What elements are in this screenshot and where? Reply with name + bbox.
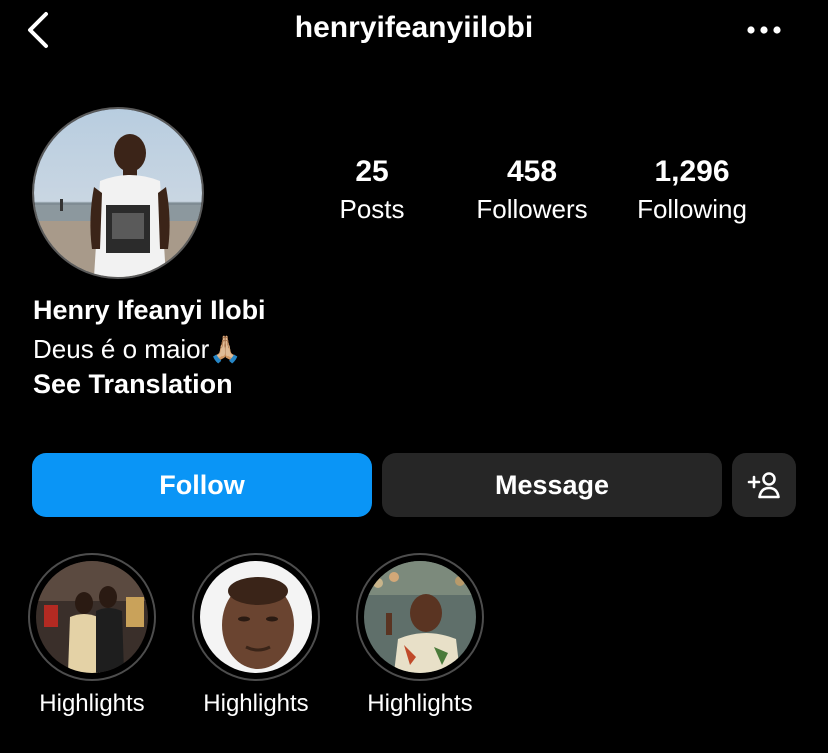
following-count: 1,296 [654,155,730,188]
chevron-left-icon [28,12,48,48]
username-text: henryifeanyiilobi [294,11,534,44]
followers-label: Followers [476,194,588,224]
see-translation-link[interactable]: See Translation [33,367,233,401]
highlight-item[interactable]: Highlights [192,553,322,719]
highlight-item[interactable]: Highlights [356,553,486,719]
more-options-button[interactable] [740,10,788,50]
posts-label: Posts [339,194,405,224]
posts-count: 25 [355,155,389,188]
followers-count: 458 [506,155,558,188]
following-stat[interactable]: 1,296 Following [622,152,762,226]
suggested-users-button[interactable] [732,453,796,517]
more-horizontal-icon [747,26,781,34]
follow-button[interactable]: Follow [32,453,372,517]
following-label: Following [637,194,747,224]
highlight-cover-image [364,561,476,673]
avatar-photo [34,109,202,277]
profile-avatar[interactable] [32,107,204,279]
highlight-cover-image [36,561,148,673]
highlight-item[interactable]: Highlights [28,553,158,719]
message-button[interactable]: Message [382,453,722,517]
highlight-cover-ring [192,553,320,681]
add-user-icon [747,472,780,499]
profile-username-header: henryifeanyiilobi [0,8,828,48]
follow-button-label: Follow [159,469,245,500]
followers-stat[interactable]: 458 Followers [462,152,602,226]
highlight-cover-ring [28,553,156,681]
highlight-label: Highlights [39,690,145,717]
back-button[interactable] [18,8,58,52]
profile-bio: Deus é o maior🙏🏼 [33,334,242,364]
posts-stat[interactable]: 25 Posts [322,152,422,226]
profile-full-name: Henry Ifeanyi Ilobi [33,295,266,325]
message-button-label: Message [494,469,610,500]
highlight-label: Highlights [367,690,473,717]
highlight-cover-image [200,561,312,673]
highlight-cover-ring [356,553,484,681]
highlight-label: Highlights [203,690,309,717]
